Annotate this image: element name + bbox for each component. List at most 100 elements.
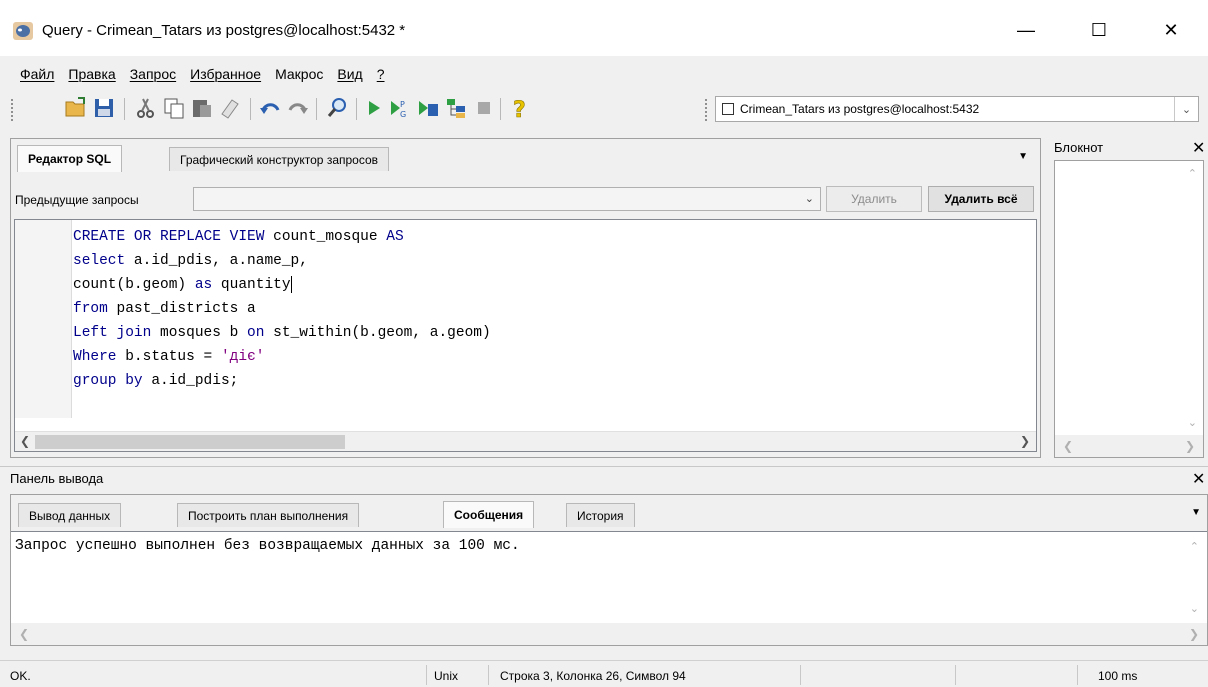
open-file-icon[interactable] <box>64 96 88 120</box>
execute-pgscript-icon[interactable]: P G <box>388 96 412 120</box>
menu-favourites[interactable]: Избранное <box>183 66 268 82</box>
text-caret <box>290 275 292 293</box>
editor-gutter <box>15 220 72 418</box>
notepad-horizontal-scrollbar[interactable]: ❮ ❯ <box>1055 435 1203 457</box>
delete-all-queries-button[interactable]: Удалить всё <box>928 186 1034 212</box>
code-keyword: CREATE OR REPLACE VIEW <box>73 229 265 245</box>
code-keyword: as <box>194 277 213 293</box>
find-icon[interactable] <box>326 96 350 120</box>
connection-select[interactable]: Crimean_Tatars из postgres@localhost:543… <box>715 96 1199 122</box>
code-text: st_within(b.geom, a.geom) <box>264 325 491 341</box>
tab-data-output[interactable]: Вывод данных <box>18 503 122 527</box>
tab-graphical-query-builder[interactable]: Графический конструктор запросов <box>169 147 390 171</box>
close-icon[interactable]: ✕ <box>1192 138 1205 158</box>
status-separator <box>488 665 489 685</box>
code-keyword: on <box>247 325 265 341</box>
code-keyword: AS <box>386 229 404 245</box>
editor-horizontal-scrollbar[interactable]: ❮ ❯ <box>15 431 1036 451</box>
close-icon[interactable]: ✕ <box>1192 469 1205 489</box>
menu-file[interactable]: Файл <box>0 66 61 82</box>
code-line: Where b.status = 'діє' <box>73 345 491 369</box>
execute-to-file-icon[interactable] <box>416 96 440 120</box>
tab-explain[interactable]: Построить план выполнения <box>177 503 360 527</box>
code-text: past_districts a <box>107 301 256 317</box>
tab-sql-editor[interactable]: Редактор SQL <box>17 145 123 172</box>
chevron-down-icon[interactable]: ⌄ <box>1174 97 1198 121</box>
code-line: Left join mosques b on st_within(b.geom,… <box>73 321 491 345</box>
toolbar-separator <box>250 98 251 120</box>
tab-list-dropdown-icon[interactable]: ▼ <box>1191 507 1201 518</box>
code-text: mosques b <box>151 325 248 341</box>
scroll-right-icon[interactable]: ❯ <box>1185 439 1195 453</box>
tab-list-dropdown-icon[interactable]: ▼ <box>1018 151 1028 162</box>
code-text: b.status = <box>116 349 221 365</box>
explain-query-icon[interactable] <box>444 96 468 120</box>
maximize-button[interactable]: ☐ <box>1076 8 1122 52</box>
toolbar-grip[interactable] <box>10 98 14 122</box>
svg-text:?: ? <box>513 98 526 120</box>
menu-help[interactable]: ? <box>370 66 392 82</box>
status-bar: OK. Unix Строка 3, Колонка 26, Символ 94… <box>0 660 1208 687</box>
menu-macros[interactable]: Макрос <box>268 66 330 82</box>
redo-icon[interactable] <box>286 96 310 120</box>
scroll-left-icon[interactable]: ❮ <box>1063 439 1073 453</box>
delete-query-button[interactable]: Удалить <box>826 186 922 212</box>
messages-horizontal-scrollbar[interactable]: ❮ ❯ <box>11 623 1207 645</box>
status-cursor-position: Строка 3, Колонка 26, Символ 94 <box>500 669 686 683</box>
save-icon[interactable] <box>92 96 116 120</box>
copy-icon[interactable] <box>162 96 186 120</box>
menu-query[interactable]: Запрос <box>123 66 183 82</box>
sql-code-editor[interactable]: CREATE OR REPLACE VIEW count_mosque AS se… <box>14 219 1037 452</box>
scroll-up-icon[interactable]: ⌃ <box>1188 167 1197 180</box>
previous-queries-label: Предыдущие запросы <box>15 193 139 207</box>
code-text: a.id_pdis, a.name_p, <box>125 253 308 269</box>
tab-messages[interactable]: Сообщения <box>443 501 535 528</box>
status-line-ending: Unix <box>434 669 459 683</box>
scroll-left-icon[interactable]: ❮ <box>19 627 29 641</box>
previous-queries-select[interactable]: ⌄ <box>193 187 821 211</box>
code-text: count_mosque <box>264 229 387 245</box>
status-state: OK. <box>10 669 31 683</box>
scroll-right-icon[interactable]: ❯ <box>1189 627 1199 641</box>
editor-tabbar: Редактор SQL Графический конструктор зап… <box>11 139 1040 173</box>
undo-icon[interactable] <box>258 96 282 120</box>
code-keyword: group by <box>73 373 143 389</box>
code-line: select a.id_pdis, a.name_p, <box>73 249 491 273</box>
previous-queries-row: Предыдущие запросы ⌄ Удалить Удалить всё <box>11 181 1040 212</box>
execute-icon[interactable] <box>362 96 386 120</box>
code-keyword: select <box>73 253 126 269</box>
pgadmin-elephant-icon <box>13 22 33 40</box>
scroll-right-icon[interactable]: ❯ <box>1020 434 1030 448</box>
menu-edit[interactable]: Правка <box>61 66 122 82</box>
scrollbar-thumb[interactable] <box>35 435 345 449</box>
minimize-button[interactable]: — <box>1003 8 1049 52</box>
code-line: group by a.id_pdis; <box>73 369 491 393</box>
stop-icon[interactable] <box>472 96 496 120</box>
chevron-down-icon[interactable]: ⌄ <box>805 192 814 205</box>
messages-textarea[interactable]: Запрос успешно выполнен без возвращаемых… <box>11 531 1207 645</box>
clear-icon[interactable] <box>218 96 242 120</box>
toolbar-separator <box>124 98 125 120</box>
cut-icon[interactable] <box>134 96 158 120</box>
paste-icon[interactable] <box>190 96 214 120</box>
toolbar-grip[interactable] <box>704 98 708 122</box>
query-result-message: Запрос успешно выполнен без возвращаемых… <box>15 538 520 554</box>
scroll-left-icon[interactable]: ❮ <box>20 434 30 448</box>
close-window-button[interactable]: ✕ <box>1148 8 1194 52</box>
status-separator <box>955 665 956 685</box>
code-text: quantity <box>212 277 291 293</box>
code-lines[interactable]: CREATE OR REPLACE VIEW count_mosque AS se… <box>73 225 491 393</box>
menu-view[interactable]: Вид <box>330 66 369 82</box>
scroll-down-icon[interactable]: ⌄ <box>1190 602 1199 615</box>
tab-history[interactable]: История <box>566 503 635 527</box>
svg-text:G: G <box>400 110 406 119</box>
code-keyword: Left join <box>73 325 152 341</box>
status-query-time: 100 ms <box>1098 669 1138 683</box>
output-panel-title: Панель вывода <box>10 471 104 486</box>
connection-checkbox[interactable] <box>722 103 734 115</box>
notepad-textarea[interactable]: ⌃ ⌄ ❮ ❯ <box>1054 160 1204 458</box>
scroll-down-icon[interactable]: ⌄ <box>1188 416 1197 429</box>
scroll-up-icon[interactable]: ⌃ <box>1190 540 1199 553</box>
window-title: Query - Crimean_Tatars из postgres@local… <box>42 22 406 39</box>
help-icon[interactable]: ? <box>508 96 532 120</box>
